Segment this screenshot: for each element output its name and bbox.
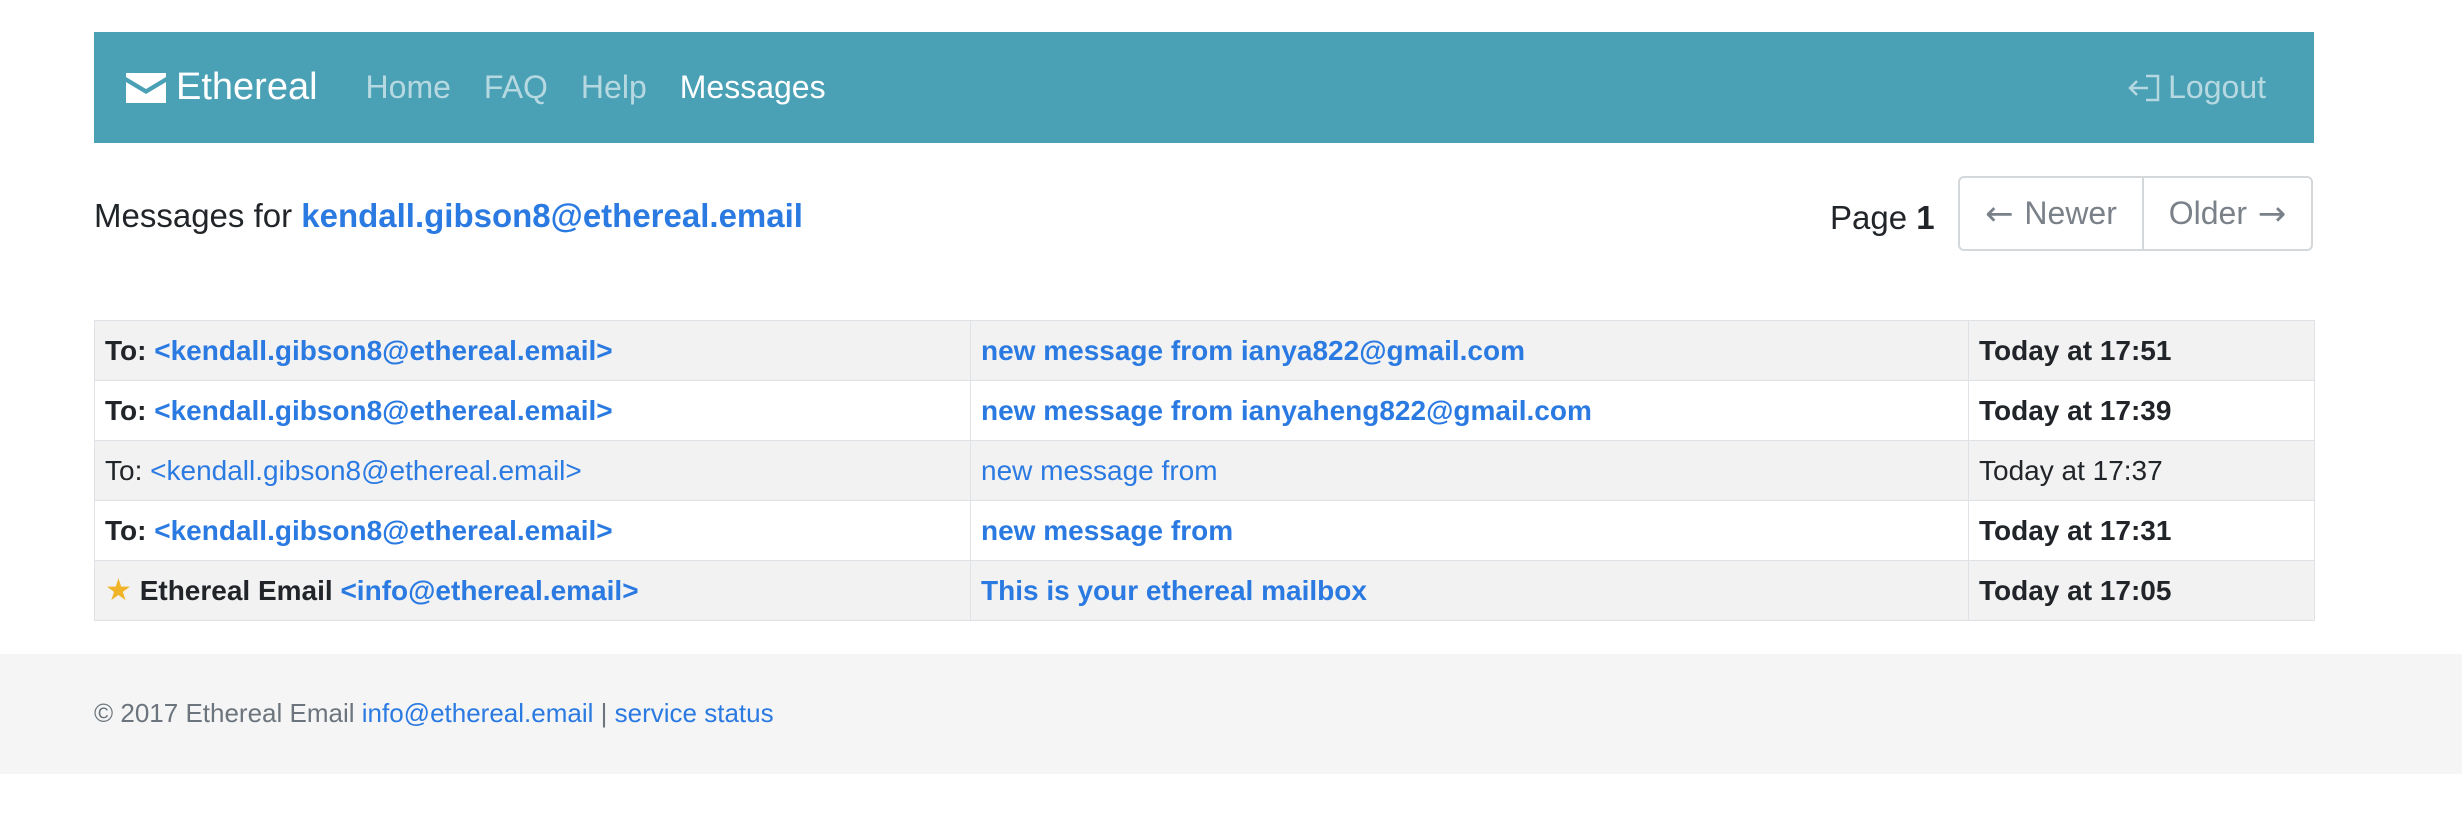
logout-icon <box>2128 74 2160 101</box>
star-icon: ★ <box>105 574 132 607</box>
page-title: Messages for kendall.gibson8@ethereal.em… <box>94 196 803 236</box>
logout-label: Logout <box>2168 69 2266 105</box>
mailbox-email-link[interactable]: kendall.gibson8@ethereal.email <box>301 197 803 234</box>
page-label: Page <box>1830 199 1908 236</box>
envelope-icon <box>126 72 166 103</box>
to-label: To: <box>105 514 147 546</box>
time-cell: Today at 17:37 <box>1968 440 2315 501</box>
arrow-left-icon: ← <box>1985 193 2025 234</box>
heading-prefix: Messages for <box>94 197 293 234</box>
subject-cell: new message from <box>970 440 1969 501</box>
time-cell: Today at 17:51 <box>1968 320 2315 381</box>
subject-link[interactable]: new message from <box>981 455 1218 486</box>
to-label: To: <box>105 394 147 426</box>
sender-name: Ethereal Email <box>139 575 333 606</box>
pager: ← Newer Older → <box>1958 176 2313 251</box>
nav-messages[interactable]: Messages <box>680 69 826 106</box>
recipient-cell: To: <kendall.gibson8@ethereal.email> <box>94 500 971 561</box>
sender-email-link[interactable]: <info@ethereal.email> <box>340 575 638 606</box>
subject-link[interactable]: new message from ianya822@gmail.com <box>981 335 1525 366</box>
subject-link[interactable]: This is your ethereal mailbox <box>981 575 1367 606</box>
subject-link[interactable]: new message from <box>981 515 1233 546</box>
time-cell: Today at 17:39 <box>1968 380 2315 441</box>
recipient-cell: To: <kendall.gibson8@ethereal.email> <box>94 380 971 441</box>
newer-button[interactable]: ← Newer <box>1960 178 2144 249</box>
subject-cell: new message from <box>970 500 1969 561</box>
to-label: To: <box>105 334 147 366</box>
to-label: To: <box>105 454 143 486</box>
recipient-link[interactable]: <kendall.gibson8@ethereal.email> <box>150 455 582 486</box>
older-label: Older <box>2168 195 2247 231</box>
message-row[interactable]: To: <kendall.gibson8@ethereal.email> new… <box>94 500 2315 561</box>
subject-cell: This is your ethereal mailbox <box>970 560 1969 621</box>
message-row[interactable]: To: <kendall.gibson8@ethereal.email> new… <box>94 380 2315 441</box>
time-cell: Today at 17:05 <box>1968 560 2315 621</box>
recipient-link[interactable]: <kendall.gibson8@ethereal.email> <box>154 335 612 366</box>
brand[interactable]: Ethereal <box>126 66 318 109</box>
time-cell: Today at 17:31 <box>1968 500 2315 561</box>
recipient-cell: To: <kendall.gibson8@ethereal.email> <box>94 440 971 501</box>
sender-cell: ★ Ethereal Email <info@ethereal.email> <box>94 560 971 621</box>
message-row[interactable]: To: <kendall.gibson8@ethereal.email> new… <box>94 320 2315 381</box>
subject-cell: new message from ianyaheng822@gmail.com <box>970 380 1969 441</box>
messages-table: To: <kendall.gibson8@ethereal.email> new… <box>94 320 2315 621</box>
service-status-link[interactable]: service status <box>615 698 774 728</box>
recipient-cell: To: <kendall.gibson8@ethereal.email> <box>94 320 971 381</box>
nav-help[interactable]: Help <box>581 69 647 106</box>
navbar: Ethereal Home FAQ Help Messages Logout <box>94 32 2314 143</box>
brand-name: Ethereal <box>176 66 318 108</box>
footer-email-link[interactable]: info@ethereal.email <box>362 698 594 728</box>
arrow-right-icon: → <box>2246 193 2287 234</box>
message-row[interactable]: ★ Ethereal Email <info@ethereal.email> T… <box>94 560 2315 621</box>
nav-faq[interactable]: FAQ <box>484 69 548 106</box>
recipient-link[interactable]: <kendall.gibson8@ethereal.email> <box>154 515 612 546</box>
page-number: 1 <box>1916 199 1935 236</box>
footer-text: © 2017 Ethereal Email info@ethereal.emai… <box>94 696 774 730</box>
subject-cell: new message from ianya822@gmail.com <box>970 320 1969 381</box>
message-row[interactable]: To: <kendall.gibson8@ethereal.email> new… <box>94 440 2315 501</box>
newer-label: Newer <box>2024 195 2117 231</box>
logout-button[interactable]: Logout <box>2128 69 2266 106</box>
page-indicator: Page 1 <box>1830 198 1935 238</box>
recipient-link[interactable]: <kendall.gibson8@ethereal.email> <box>154 395 612 426</box>
copyright-text: © 2017 Ethereal Email <box>94 698 355 728</box>
nav-home[interactable]: Home <box>366 69 451 106</box>
older-button[interactable]: Older → <box>2144 178 2311 249</box>
footer-separator: | <box>600 698 608 728</box>
footer: © 2017 Ethereal Email info@ethereal.emai… <box>0 654 2462 774</box>
subject-link[interactable]: new message from ianyaheng822@gmail.com <box>981 395 1592 426</box>
